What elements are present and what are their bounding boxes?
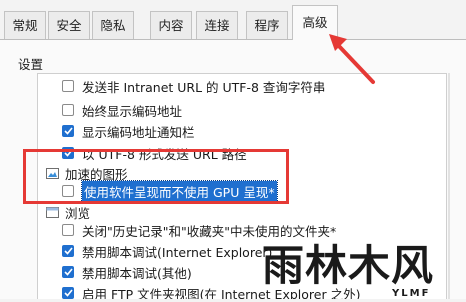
checkbox-checked[interactable]: [62, 125, 74, 137]
checkmark-icon: [63, 127, 73, 135]
annotation-arrow-icon: [329, 34, 375, 84]
checkbox-checked[interactable]: [62, 287, 74, 299]
list-item-label: 禁用脚本调试(其他): [82, 265, 192, 281]
tab-security[interactable]: 安全: [48, 11, 90, 39]
checkmark-icon: [63, 289, 73, 297]
svg-text:YLMF: YLMF: [391, 288, 430, 298]
tab-connections[interactable]: 连接: [196, 11, 238, 39]
list-item[interactable]: 禁用脚本调试(Internet Explorer): [62, 240, 272, 262]
checkmark-icon: [63, 268, 73, 276]
list-item[interactable]: 始终显示编码地址: [62, 99, 182, 121]
browsing-icon: [46, 206, 59, 218]
settings-section-label: 设置: [18, 57, 44, 72]
annotation-highlight-box: [23, 149, 289, 204]
tab-privacy[interactable]: 隐私: [92, 11, 134, 39]
watermark-logo: 雨林木风 YLMF: [262, 241, 434, 298]
tab-content[interactable]: 内容: [150, 11, 192, 39]
list-item-label: 发送非 Intranet URL 的 UTF-8 查询字符串: [82, 79, 326, 95]
list-item[interactable]: 禁用脚本调试(其他): [62, 261, 192, 283]
list-item[interactable]: 发送非 Intranet URL 的 UTF-8 查询字符串: [62, 75, 325, 97]
checkbox[interactable]: [62, 80, 74, 92]
list-item-label: 始终显示编码地址: [82, 103, 183, 119]
tab-programs[interactable]: 程序: [246, 11, 288, 39]
checkbox-checked[interactable]: [62, 245, 74, 257]
svg-text:雨林木风: 雨林木风: [262, 241, 434, 290]
list-item[interactable]: 显示编码地址通知栏: [62, 120, 195, 142]
tab-general[interactable]: 常规: [4, 11, 46, 39]
checkbox-checked[interactable]: [62, 266, 74, 278]
tab-bar: 常规 安全 隐私 内容 连接 程序 高级: [0, 0, 466, 40]
list-item-label: 禁用脚本调试(Internet Explorer): [82, 244, 273, 260]
list-item-label: 显示编码地址通知栏: [82, 124, 195, 140]
checkmark-icon: [63, 247, 73, 255]
checkbox[interactable]: [62, 104, 74, 116]
checkbox[interactable]: [62, 224, 74, 236]
